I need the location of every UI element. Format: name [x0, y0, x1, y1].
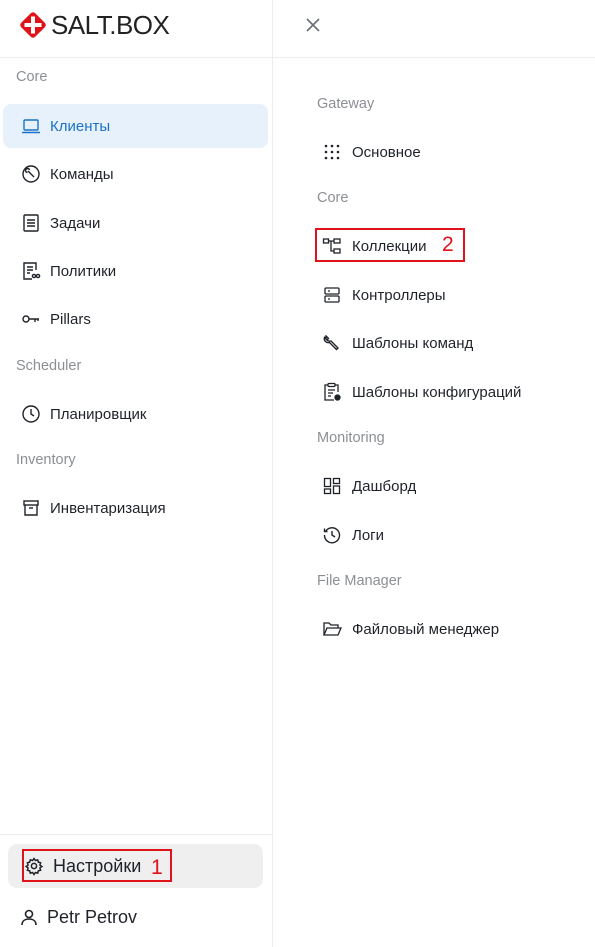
- clipboard-config-icon: [322, 382, 342, 402]
- dashboard-icon: [322, 476, 342, 496]
- submenu-item-config-templates[interactable]: Шаблоны конфигураций: [322, 378, 521, 406]
- submenu-item-logs[interactable]: Логи: [322, 521, 384, 549]
- annotation-marker-2: 2: [442, 233, 454, 256]
- sidebar-item-tasks[interactable]: Задачи: [3, 201, 268, 245]
- sidebar-item-label: Политики: [50, 262, 117, 280]
- folder-open-icon: [322, 619, 342, 639]
- section-scheduler: Scheduler: [16, 358, 82, 374]
- document-icon: [21, 213, 41, 233]
- submenu-item-controllers[interactable]: Контроллеры: [322, 281, 446, 309]
- policy-icon: [21, 261, 41, 281]
- submenu-section-core: Core: [317, 190, 349, 206]
- archive-icon: [21, 498, 41, 518]
- sidebar-item-label: Инвентаризация: [50, 499, 166, 517]
- brand-name: SALT.BOX: [51, 9, 170, 40]
- sidebar-item-commands[interactable]: Команды: [3, 152, 268, 196]
- submenu-item-label: Шаблоны команд: [352, 334, 474, 352]
- sidebar-item-pillars[interactable]: Pillars: [3, 297, 268, 341]
- submenu-section-gateway: Gateway: [317, 96, 375, 112]
- submenu-section-file-manager: File Manager: [317, 573, 402, 589]
- annotation-marker-1: 1: [151, 856, 163, 879]
- wrench-icon: [322, 333, 342, 353]
- sidebar-footer-divider: [0, 834, 272, 835]
- submenu-section-monitoring: Monitoring: [317, 430, 385, 446]
- server-icon: [322, 285, 342, 305]
- logo[interactable]: SALT.BOX: [19, 9, 170, 40]
- section-inventory: Inventory: [16, 452, 76, 468]
- sidebar-item-clients[interactable]: Клиенты: [3, 104, 268, 148]
- sidebar-item-label: Задачи: [50, 214, 101, 232]
- submenu-item-label: Файловый менеджер: [352, 620, 500, 638]
- user-icon: [20, 908, 38, 926]
- user-name: Petr Petrov: [47, 906, 138, 927]
- close-button[interactable]: [302, 14, 324, 36]
- submenu-item-label: Контроллеры: [352, 286, 446, 304]
- sidebar-item-policies[interactable]: Политики: [3, 249, 268, 293]
- salt-diamond-icon: [19, 11, 47, 39]
- user-profile[interactable]: Petr Petrov: [20, 902, 137, 932]
- submenu-item-command-templates[interactable]: Шаблоны команд: [322, 329, 473, 357]
- sidebar-item-label: Планировщик: [50, 405, 147, 423]
- key-icon: [21, 309, 41, 329]
- clock-icon: [21, 404, 41, 424]
- sidebar-item-label: Pillars: [50, 310, 91, 328]
- submenu-item-dashboard[interactable]: Дашборд: [322, 472, 416, 500]
- header-divider: [0, 57, 595, 58]
- sidebar-item-scheduler[interactable]: Планировщик: [3, 392, 268, 436]
- submenu-item-label: Основное: [352, 143, 421, 161]
- submenu-item-label: Дашборд: [352, 477, 417, 495]
- submenu-item-main[interactable]: Основное: [322, 138, 421, 166]
- close-icon: [305, 17, 321, 33]
- section-core: Core: [16, 69, 48, 85]
- sidebar-item-inventory[interactable]: Инвентаризация: [3, 486, 268, 530]
- sidebar: SALT.BOX Core Клиенты Команды Задачи Пол…: [0, 0, 273, 947]
- sidebar-item-label: Команды: [50, 165, 114, 183]
- grid-dots-icon: [322, 142, 342, 162]
- highlight-box-settings: [22, 849, 172, 882]
- submenu-item-file-manager[interactable]: Файловый менеджер: [322, 615, 499, 643]
- wrench-circle-icon: [21, 164, 41, 184]
- sidebar-item-label: Клиенты: [50, 117, 111, 135]
- history-icon: [322, 525, 342, 545]
- submenu-item-label: Шаблоны конфигураций: [352, 383, 522, 401]
- submenu-item-label: Логи: [352, 526, 385, 544]
- laptop-icon: [21, 116, 41, 136]
